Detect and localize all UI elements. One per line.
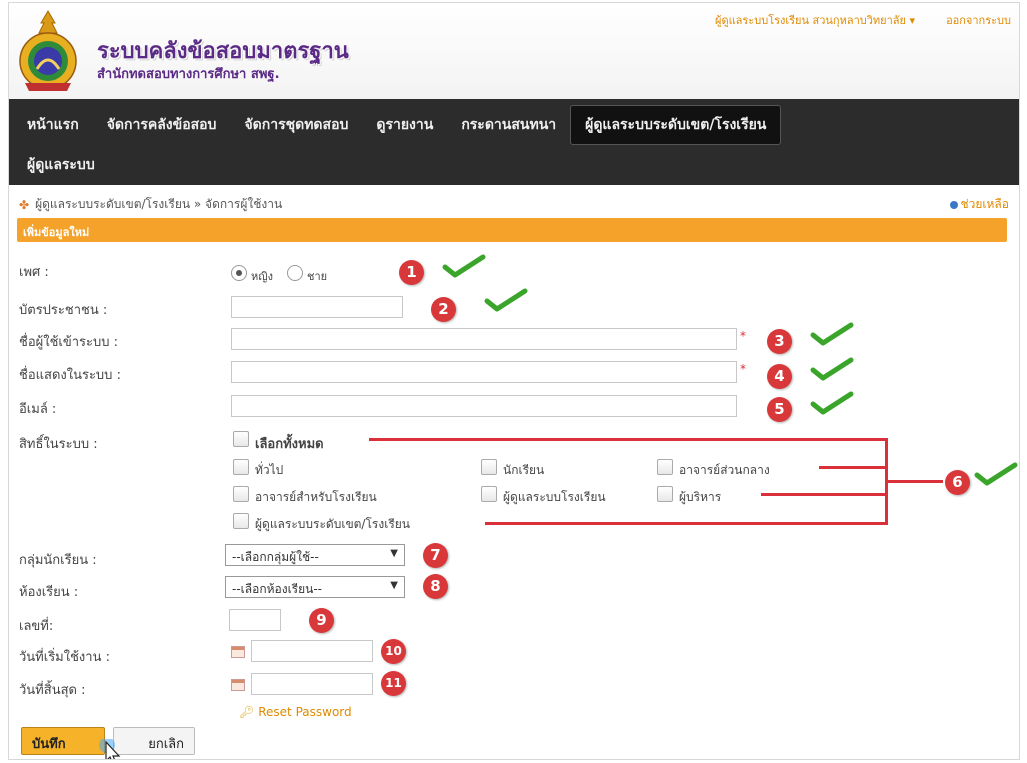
- annotation-badge: 1: [399, 260, 424, 285]
- rights-select-all-checkbox[interactable]: [233, 431, 249, 447]
- rights-school-teacher-label: อาจารย์สำหรับโรงเรียน: [255, 490, 377, 504]
- number-label: เลขที่:: [19, 619, 54, 634]
- rights-school-teacher-checkbox[interactable]: [233, 486, 249, 502]
- classroom-label: ห้องเรียน :: [19, 585, 79, 600]
- annotation-badge: 3: [767, 329, 792, 354]
- check-icon: [810, 357, 854, 381]
- student-group-select[interactable]: --เลือกกลุ่มผู้ใช้-- ▼: [225, 544, 405, 566]
- logout-link[interactable]: ออกจากระบบ: [946, 11, 1011, 29]
- start-date-input[interactable]: [251, 640, 373, 662]
- annotation-badge: 9: [309, 608, 334, 633]
- check-icon: [442, 254, 486, 278]
- rights-executive-checkbox[interactable]: [657, 486, 673, 502]
- rights-select-all-label: เลือกทั้งหมด: [255, 437, 324, 452]
- nav-row-2: ผู้ดูแลระบบ: [13, 145, 109, 185]
- calendar-icon[interactable]: [231, 646, 245, 658]
- check-icon: [810, 391, 854, 415]
- annotation-bracket-connector: [887, 480, 943, 483]
- brand-subtitle: สำนักทดสอบทางการศึกษา สพฐ.: [97, 67, 280, 82]
- username-required-mark: *: [740, 329, 746, 343]
- gender-female-radio[interactable]: [231, 265, 247, 281]
- cursor-icon: [99, 739, 121, 759]
- annotation-badge: 11: [381, 671, 406, 696]
- annotation-badge: 5: [767, 397, 792, 422]
- help-icon: [949, 200, 958, 209]
- annotation-badge: 6: [945, 470, 970, 495]
- rights-area-admin-label: ผู้ดูแลระบบระดับเขต/โรงเรียน: [255, 517, 411, 531]
- nav-item-admin[interactable]: ผู้ดูแลระบบ: [13, 146, 109, 184]
- student-group-label: กลุ่มนักเรียน :: [19, 553, 97, 568]
- end-date-label: วันที่สิ้นสุด :: [19, 683, 86, 698]
- student-group-value: --เลือกกลุ่มผู้ใช้--: [232, 550, 319, 564]
- chevron-down-icon: ▼: [390, 548, 398, 559]
- rights-school-admin-label: ผู้ดูแลระบบโรงเรียน: [503, 490, 606, 504]
- username-input[interactable]: [231, 328, 737, 350]
- reset-password-link[interactable]: 🔑︎ Reset Password: [239, 705, 352, 719]
- help-label: ช่วยเหลือ: [960, 197, 1010, 211]
- rights-central-teacher-checkbox[interactable]: [657, 459, 673, 475]
- email-label: อีเมล์ :: [19, 402, 57, 417]
- display-name-input[interactable]: [231, 361, 737, 383]
- annotation-bracket-bottom: [485, 522, 887, 525]
- rights-student-label: นักเรียน: [503, 463, 545, 477]
- calendar-icon[interactable]: [231, 679, 245, 691]
- gender-male-radio[interactable]: [287, 265, 303, 281]
- gender-female-label: หญิง: [251, 270, 273, 283]
- annotation-bracket-row1: [819, 466, 887, 469]
- save-button[interactable]: บันทึก: [21, 727, 105, 755]
- check-icon: [810, 322, 854, 346]
- nav-item-forum[interactable]: กระดานสนทนา: [447, 106, 570, 144]
- key-icon: 🔑︎: [239, 705, 255, 719]
- annotation-badge: 8: [423, 574, 448, 599]
- main-nav: หน้าแรก จัดการคลังข้อสอบ จัดการชุดทดสอบ …: [9, 99, 1019, 185]
- rights-general-checkbox[interactable]: [233, 459, 249, 475]
- display-name-label: ชื่อแสดงในระบบ :: [19, 368, 121, 383]
- start-date-label: วันที่เริ่มใช้งาน :: [19, 650, 110, 665]
- rights-label: สิทธิ์ในระบบ :: [19, 437, 98, 452]
- app-window: ระบบคลังข้อสอบมาตรฐาน สำนักทดสอบทางการศึ…: [8, 2, 1020, 760]
- section-header: เพิ่มข้อมูลใหม่: [17, 218, 1007, 242]
- rights-central-teacher-label: อาจารย์ส่วนกลาง: [679, 463, 770, 477]
- help-link[interactable]: ช่วยเหลือ: [949, 195, 1010, 214]
- gender-label: เพศ :: [19, 265, 49, 280]
- id-card-label: บัตรประชาชน :: [19, 303, 108, 318]
- email-input[interactable]: [231, 395, 737, 417]
- reset-password-label: Reset Password: [258, 705, 352, 719]
- display-name-required-mark: *: [740, 362, 746, 376]
- annotation-bracket-top: [369, 438, 887, 441]
- annotation-badge: 2: [431, 297, 456, 322]
- site-header: ระบบคลังข้อสอบมาตรฐาน สำนักทดสอบทางการศึ…: [9, 3, 1019, 99]
- end-date-input[interactable]: [251, 673, 373, 695]
- rights-school-admin-checkbox[interactable]: [481, 486, 497, 502]
- number-input[interactable]: [229, 609, 281, 631]
- nav-item-exam-bank[interactable]: จัดการคลังข้อสอบ: [93, 106, 231, 144]
- check-icon: [974, 462, 1018, 486]
- rights-student-checkbox[interactable]: [481, 459, 497, 475]
- annotation-badge: 4: [767, 364, 792, 389]
- nav-item-area-admin[interactable]: ผู้ดูแลระบบระดับเขต/โรงเรียน: [570, 105, 782, 145]
- breadcrumb-text[interactable]: ผู้ดูแลระบบระดับเขต/โรงเรียน » จัดการผู้…: [35, 195, 282, 214]
- chevron-down-icon: ▼: [390, 580, 398, 591]
- rights-executive-label: ผู้บริหาร: [679, 490, 722, 504]
- annotation-badge: 10: [381, 639, 406, 664]
- annotation-badge: 7: [423, 543, 448, 568]
- classroom-value: --เลือกห้องเรียน--: [232, 582, 323, 596]
- nav-row-1: หน้าแรก จัดการคลังข้อสอบ จัดการชุดทดสอบ …: [13, 105, 782, 145]
- nav-item-home[interactable]: หน้าแรก: [13, 106, 93, 144]
- breadcrumb: ✤ ผู้ดูแลระบบระดับเขต/โรงเรียน » จัดการผ…: [19, 195, 282, 214]
- gender-male-label: ชาย: [307, 270, 328, 283]
- rights-area-admin-checkbox[interactable]: [233, 513, 249, 529]
- check-icon: [484, 288, 528, 312]
- section-title: เพิ่มข้อมูลใหม่: [23, 226, 90, 239]
- annotation-bracket-row2: [761, 493, 887, 496]
- nav-item-reports[interactable]: ดูรายงาน: [362, 106, 447, 144]
- username-label: ชื่อผู้ใช้เข้าระบบ :: [19, 335, 119, 350]
- nav-item-test-sets[interactable]: จัดการชุดทดสอบ: [230, 106, 362, 144]
- breadcrumb-icon: ✤: [19, 197, 30, 212]
- rights-general-label: ทั่วไป: [255, 463, 284, 477]
- logo-emblem-icon: [19, 10, 77, 91]
- id-card-input[interactable]: [231, 296, 403, 318]
- classroom-select[interactable]: --เลือกห้องเรียน-- ▼: [225, 576, 405, 598]
- user-menu[interactable]: ผู้ดูแลระบบโรงเรียน สวนกุหลาบวิทยาลัย ▾: [715, 11, 915, 29]
